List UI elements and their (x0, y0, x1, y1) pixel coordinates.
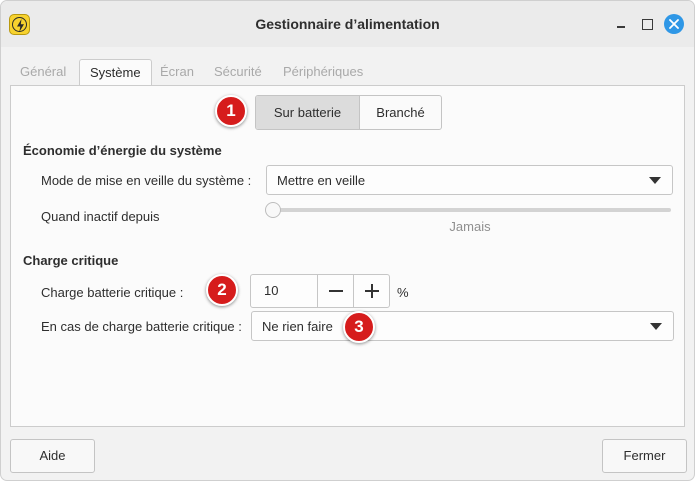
inactive-slider-handle[interactable] (265, 202, 281, 218)
annotation-badge-3: 3 (343, 311, 375, 343)
critical-action-combo[interactable]: Ne rien faire (251, 311, 674, 341)
window-title: Gestionnaire d’alimentation (255, 16, 440, 32)
tab-securite[interactable]: Sécurité (204, 59, 272, 86)
power-mode-toggle: Sur batterie Branché (255, 95, 442, 130)
inactive-slider-track[interactable] (267, 208, 671, 212)
chevron-down-icon (650, 323, 662, 330)
annotation-badge-1: 1 (215, 95, 247, 127)
close-button[interactable]: Fermer (602, 439, 687, 473)
tab-systeme[interactable]: Système (79, 59, 152, 87)
close-icon[interactable] (664, 14, 684, 34)
critical-charge-heading: Charge critique (23, 253, 119, 268)
critical-action-value: Ne rien faire (262, 319, 333, 334)
increment-button[interactable] (353, 275, 389, 307)
help-button[interactable]: Aide (10, 439, 95, 473)
inactive-slider-value: Jamais (449, 219, 491, 234)
inactive-label: Quand inactif depuis (41, 209, 160, 224)
critical-level-spinner: 10 (250, 274, 390, 308)
tab-general[interactable]: Général (10, 59, 76, 86)
decrement-button[interactable] (317, 275, 353, 307)
minimize-icon[interactable] (612, 15, 630, 33)
power-manager-window: Gestionnaire d’alimentation Général Syst… (0, 0, 695, 481)
chevron-down-icon (649, 177, 661, 184)
critical-action-label: En cas de charge batterie critique : (41, 319, 242, 334)
tab-ecran[interactable]: Écran (150, 59, 204, 86)
on-battery-button[interactable]: Sur batterie (256, 96, 360, 129)
tab-peripheriques[interactable]: Périphériques (273, 59, 373, 86)
sleep-mode-combo[interactable]: Mettre en veille (266, 165, 673, 195)
critical-level-unit: % (397, 285, 409, 300)
sleep-mode-label: Mode de mise en veille du système : (41, 173, 252, 188)
critical-level-label: Charge batterie critique : (41, 285, 184, 300)
annotation-badge-2: 2 (206, 274, 238, 306)
sleep-mode-value: Mettre en veille (277, 173, 366, 188)
critical-level-input[interactable]: 10 (251, 275, 317, 307)
plugged-in-button[interactable]: Branché (360, 96, 441, 129)
system-saving-heading: Économie d’énergie du système (23, 143, 222, 158)
maximize-icon[interactable] (638, 15, 656, 33)
title-bar[interactable]: Gestionnaire d’alimentation (1, 1, 694, 47)
